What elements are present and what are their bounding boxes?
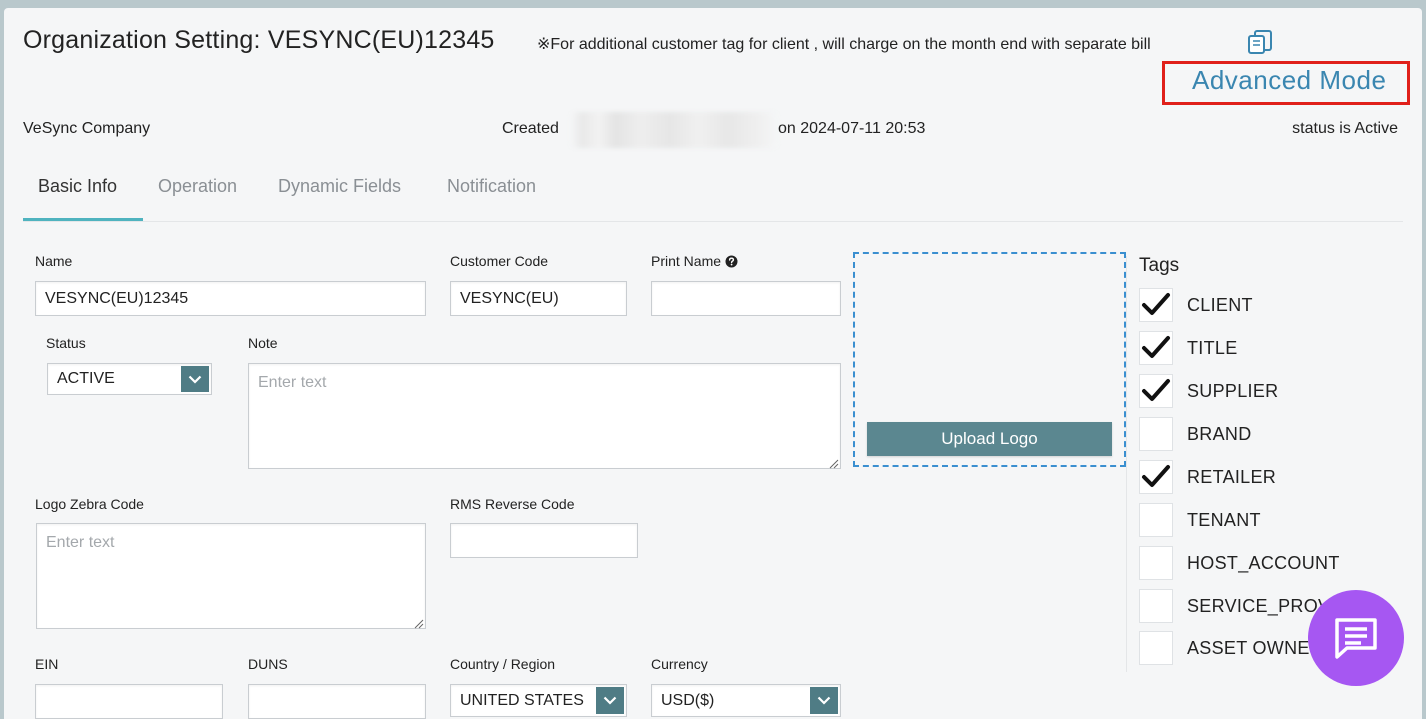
tag-label: BRAND (1187, 423, 1252, 444)
tag-item-supplier[interactable]: SUPPLIER (1139, 373, 1419, 409)
note-textarea[interactable]: Enter text (248, 363, 841, 469)
chat-message-icon (1335, 618, 1377, 659)
ein-input[interactable] (35, 684, 223, 719)
tabs-divider (23, 221, 1403, 222)
tag-label: RETAILER (1187, 466, 1277, 487)
tag-checkbox[interactable] (1139, 589, 1173, 623)
tab-basic-info[interactable]: Basic Info (38, 176, 117, 197)
redacted-creator (570, 112, 778, 148)
tag-checkbox[interactable] (1139, 374, 1173, 408)
note-placeholder: Enter text (258, 374, 327, 391)
tag-label: SUPPLIER (1187, 380, 1279, 401)
note-label: Note (248, 335, 278, 351)
tab-notification[interactable]: Notification (447, 176, 536, 197)
tag-item-brand[interactable]: BRAND (1139, 416, 1419, 452)
tag-checkbox[interactable] (1139, 546, 1173, 580)
currency-value: USD($) (661, 691, 715, 709)
tag-checkbox[interactable] (1139, 460, 1173, 494)
tag-item-title[interactable]: TITLE (1139, 330, 1419, 366)
tag-charge-note: ※For additional customer tag for client … (537, 36, 1151, 53)
resize-grip-icon[interactable] (828, 456, 839, 469)
organization-setting-panel: Organization Setting: VESYNC(EU)12345 ※F… (4, 8, 1422, 719)
tag-checkbox[interactable] (1139, 631, 1173, 665)
print-name-input[interactable] (651, 281, 841, 316)
currency-label: Currency (651, 656, 708, 672)
tags-title: Tags (1139, 255, 1180, 276)
checkmark-icon (1142, 293, 1170, 315)
tag-label: TITLE (1187, 337, 1238, 358)
logo-zebra-code-label: Logo Zebra Code (35, 496, 144, 512)
tag-checkbox[interactable] (1139, 288, 1173, 322)
tag-item-retailer[interactable]: RETAILER (1139, 459, 1419, 495)
created-label: Created (502, 120, 559, 137)
tab-dynamic-fields[interactable]: Dynamic Fields (278, 176, 401, 197)
tag-item-host-account[interactable]: HOST_ACCOUNT (1139, 545, 1419, 581)
active-tab-indicator (23, 218, 143, 221)
tags-divider (1126, 256, 1127, 672)
customer-code-label: Customer Code (450, 253, 549, 269)
rms-reverse-code-input[interactable] (450, 523, 638, 558)
country-region-value: UNITED STATES (460, 691, 584, 709)
question-circle-icon[interactable] (725, 255, 738, 268)
advanced-mode-link[interactable]: Advanced Mode (1192, 65, 1386, 96)
print-name-label: Print Name (651, 253, 722, 269)
currency-select[interactable]: USD($) (651, 684, 841, 717)
tag-label: CLIENT (1187, 294, 1253, 315)
customer-code-input[interactable]: VESYNC(EU) (450, 281, 627, 316)
tag-checkbox[interactable] (1139, 417, 1173, 451)
chevron-down-icon[interactable] (181, 366, 209, 392)
tab-operation[interactable]: Operation (158, 176, 237, 197)
tag-label: SERVICE_PROV (1187, 595, 1331, 616)
resize-grip-icon[interactable] (413, 616, 424, 629)
name-input[interactable]: VESYNC(EU)12345 (35, 281, 426, 316)
created-date: on 2024-07-11 20:53 (778, 120, 926, 137)
rms-reverse-code-label: RMS Reverse Code (450, 496, 575, 512)
page-title: Organization Setting: VESYNC(EU)12345 (23, 26, 495, 54)
checkmark-icon (1142, 465, 1170, 487)
tag-checkbox[interactable] (1139, 503, 1173, 537)
tag-item-tenant[interactable]: TENANT (1139, 502, 1419, 538)
checkmark-icon (1142, 336, 1170, 358)
logo-zebra-code-textarea[interactable]: Enter text (36, 523, 426, 629)
tag-label: TENANT (1187, 509, 1261, 530)
tag-label: ASSET OWNE (1187, 637, 1310, 658)
print-name-label-group: Print Name (651, 253, 738, 269)
tag-item-client[interactable]: CLIENT (1139, 287, 1419, 323)
ein-label: EIN (35, 656, 59, 672)
logo-zebra-code-placeholder: Enter text (46, 534, 115, 551)
country-region-label: Country / Region (450, 656, 556, 672)
upload-logo-button[interactable]: Upload Logo (867, 422, 1112, 456)
duns-label: DUNS (248, 656, 288, 672)
country-region-select[interactable]: UNITED STATES (450, 684, 627, 717)
tag-label: HOST_ACCOUNT (1187, 552, 1340, 573)
chat-button[interactable] (1308, 590, 1404, 686)
organization-status: status is Active (1292, 120, 1398, 137)
chevron-down-icon[interactable] (596, 687, 624, 714)
status-select-value: ACTIVE (57, 370, 115, 387)
name-label: Name (35, 253, 73, 269)
copy-icon[interactable] (1246, 28, 1276, 56)
status-select[interactable]: ACTIVE (47, 363, 212, 395)
checkmark-icon (1142, 379, 1170, 401)
chevron-down-icon[interactable] (810, 687, 838, 714)
status-label: Status (46, 335, 86, 351)
duns-input[interactable] (248, 684, 426, 719)
tag-checkbox[interactable] (1139, 331, 1173, 365)
company-name: VeSync Company (23, 120, 151, 137)
